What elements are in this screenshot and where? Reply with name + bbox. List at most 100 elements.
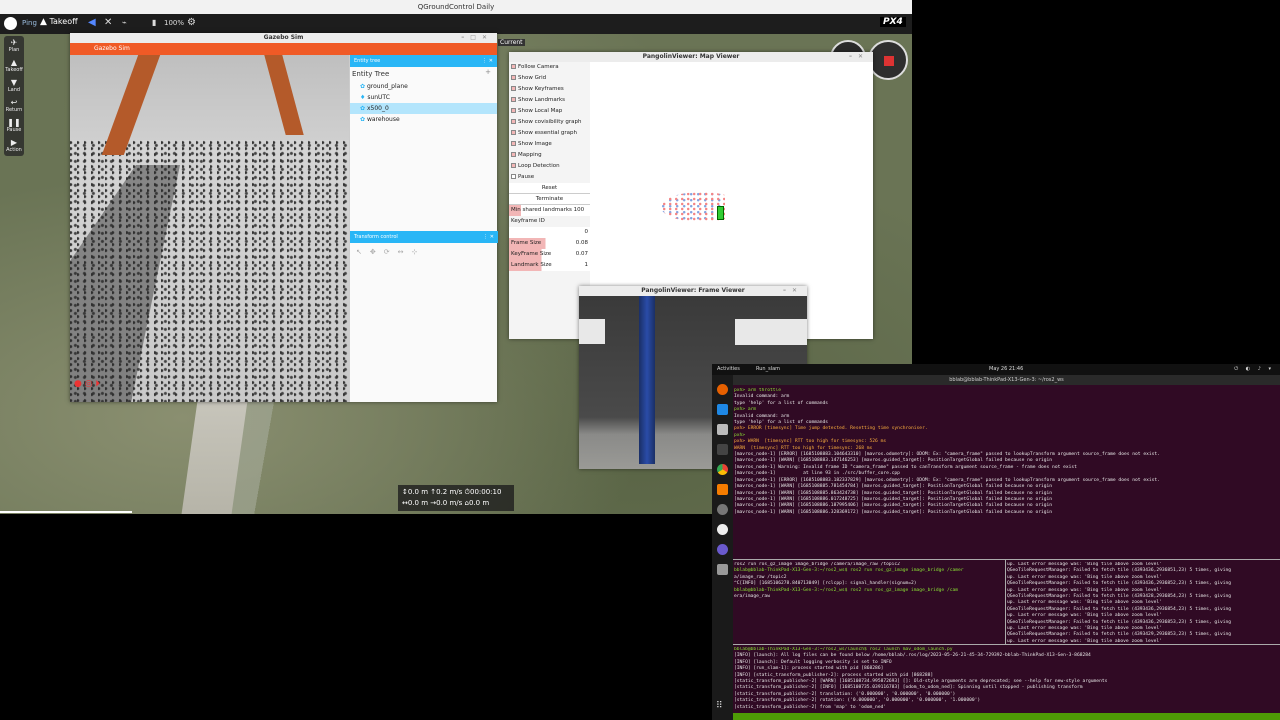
vscode-icon[interactable]	[717, 404, 728, 415]
takeoff-tool-button[interactable]: ▲ Takeoff	[4, 56, 24, 76]
progress-line	[0, 511, 132, 513]
ubuntu-desktop: Activities Run_slam May 26 21:46 ⏻ ◐ ♪ ▾…	[712, 364, 1280, 720]
app-menu[interactable]: Run_slam	[756, 364, 780, 375]
show-keyframes-checkbox[interactable]: Show Keyframes	[509, 84, 590, 95]
gazebo-3d-viewport[interactable]: ● ◎ ⏵	[70, 55, 349, 402]
app-icon[interactable]	[717, 484, 728, 495]
land-icon: ▼	[10, 78, 18, 87]
qgc-dock-icon[interactable]	[717, 524, 728, 535]
follow-camera-checkbox[interactable]: Follow Camera	[509, 62, 590, 73]
min-shared-slider[interactable]: Min shared landmarks 100	[509, 205, 590, 216]
fly-tools-strip: ✈ Plan ▲ Takeoff ▼ Land ↩ Return ❚❚ Pause ▶ Ac…	[4, 36, 24, 156]
point-cloud-cluster	[661, 192, 725, 222]
activities-button[interactable]: Activities	[717, 364, 740, 375]
battery-percent: 100%	[164, 19, 185, 27]
gazebo-side-panel: Entity tree ⋮ ✕ Entity Tree + ✿ ground_p…	[349, 55, 498, 402]
trash-icon[interactable]	[717, 564, 728, 575]
show-apps-icon[interactable]: ⠿	[716, 701, 723, 711]
loop-detection-checkbox[interactable]: Loop Detection	[509, 161, 590, 172]
settings-gear-icon[interactable]: ⚙	[187, 17, 196, 28]
vehicle-icon[interactable]: ✕	[104, 17, 112, 28]
keyframe-id-field[interactable]: 0	[509, 227, 590, 238]
chrome-icon[interactable]	[717, 464, 728, 475]
pause-tool-button[interactable]: ❚❚ Pause	[4, 116, 24, 136]
clock[interactable]: May 26 21:46	[989, 364, 1023, 375]
terminal-title-bar: bblab@bblab-ThinkPad-X13-Gen-3: ~/ros2_w…	[733, 375, 1280, 385]
frame-viewer-window-controls[interactable]: –✕	[783, 286, 803, 296]
terminal-line: [static_transform_publisher-2] from 'map…	[734, 704, 887, 710]
tree-item-x500[interactable]: ✿ x500_0	[350, 103, 497, 114]
pane-divider[interactable]	[1005, 560, 1006, 644]
takeoff-button[interactable]: ▲ Takeoff	[40, 17, 84, 31]
reset-button[interactable]: Reset	[509, 183, 590, 194]
frame-viewer-title-bar: PangolinViewer: Frame Viewer –✕	[579, 286, 807, 296]
camera-pose-marker	[717, 206, 724, 220]
megaphone-icon[interactable]: ◀	[88, 17, 96, 28]
show-essential-graph-checkbox[interactable]: Show essential graph	[509, 128, 590, 139]
terminal-pane-launch[interactable]: bblab@bblab-ThinkPad-X13-Gen-3:~/ros2_ws…	[734, 647, 1279, 711]
settings-icon[interactable]	[717, 504, 728, 515]
return-tool-button[interactable]: ↩ Return	[4, 96, 24, 116]
gazebo-window-controls[interactable]: –□✕	[461, 33, 493, 43]
model-icon: ✿	[360, 83, 366, 90]
terminal-line: bblab@bblab-ThinkPad-X13-Gen-3:~/ros2_ws…	[734, 568, 964, 574]
model-icon: ✿	[360, 105, 366, 112]
action-tool-button[interactable]: ▶ Action	[4, 136, 24, 156]
battery-icon[interactable]: ▮	[152, 18, 156, 27]
mapping-checkbox[interactable]: Mapping	[509, 150, 590, 161]
ping-status[interactable]: Ping	[22, 19, 37, 27]
telemetry-panel: ↕0.0 m ↑0.2 m/s ⏱00:00:10 ↔0.0 m →0.0 m/…	[398, 485, 514, 511]
plan-tool-button[interactable]: ✈ Plan	[4, 36, 24, 56]
pane-divider[interactable]	[733, 559, 1280, 560]
add-entity-icon[interactable]: +	[485, 68, 491, 76]
pause-icon: ❚❚	[7, 118, 21, 127]
tree-item-warehouse[interactable]: ✿ warehouse	[350, 114, 497, 125]
gazebo-window-title: Gazebo Sim	[263, 34, 304, 41]
app-icon[interactable]	[717, 544, 728, 555]
entity-tree-header: Entity tree ⋮ ✕	[350, 55, 497, 67]
pause-checkbox[interactable]: Pause	[509, 172, 590, 183]
terminal-pane-qgc-log[interactable]: up. Last error message was: 'Bing tile a…	[1007, 562, 1279, 644]
map-viewer-menu: Follow Camera Show Grid Show Keyframes S…	[509, 62, 590, 339]
frame-size-slider[interactable]: Frame Size 0.08	[509, 238, 590, 249]
road-strip	[181, 394, 249, 514]
return-icon: ↩	[10, 98, 18, 107]
pane-divider[interactable]	[733, 644, 1280, 645]
show-covisibility-checkbox[interactable]: Show covisibility graph	[509, 117, 590, 128]
window-opening-left	[579, 319, 605, 344]
system-tray-icons[interactable]: ⏻ ◐ ♪ ▾	[1234, 364, 1274, 375]
terminate-button[interactable]: Terminate	[509, 194, 590, 205]
window-opening-right	[735, 319, 807, 345]
keyframe-size-slider[interactable]: KeyFrame Size 0.07	[509, 249, 590, 260]
terminal-icon[interactable]	[717, 444, 728, 455]
files-icon[interactable]	[717, 424, 728, 435]
terminator-window[interactable]: bblab@bblab-ThinkPad-X13-Gen-3: ~/ros2_w…	[733, 375, 1280, 720]
gnome-top-bar: Activities Run_slam May 26 21:46 ⏻ ◐ ♪ ▾	[712, 364, 1280, 375]
terminal-pane-image-bridge[interactable]: ros2 run ros_gz_image image_bridge /came…	[734, 562, 1004, 642]
telemetry-row-2: ↔0.0 m →0.0 m/s ⌂0.0 m	[402, 499, 490, 507]
play-controls[interactable]: ● ◎ ⏵	[74, 379, 120, 393]
px4-logo: PX4	[880, 17, 906, 27]
map-viewer-window-controls[interactable]: –✕	[849, 52, 869, 62]
qgc-toolbar: Ping ▲ Takeoff ◀ ✕ ⌁ ▮ 100% ⚙ PX4	[0, 14, 912, 34]
model-icon: ✿	[360, 116, 366, 123]
land-tool-button[interactable]: ▼ Land	[4, 76, 24, 96]
gps-icon[interactable]: ⌁	[122, 18, 127, 27]
tree-item-sun[interactable]: ♦ sunUTC	[350, 92, 497, 103]
terminal-line: [mavros_node-1] [WARN] [1685108886.32836…	[734, 509, 1053, 515]
show-local-map-checkbox[interactable]: Show Local Map	[509, 106, 590, 117]
show-grid-checkbox[interactable]: Show Grid	[509, 73, 590, 84]
transform-tool-icons[interactable]: ↖✥⟳↔⊹	[356, 248, 425, 256]
show-landmarks-checkbox[interactable]: Show Landmarks	[509, 95, 590, 106]
qgc-logo-icon[interactable]	[4, 17, 17, 30]
panel-menu-icon[interactable]: ⋮ ✕	[483, 231, 494, 243]
current-partial-label: Current	[498, 39, 525, 46]
terminal-pane-px4[interactable]: pxh> arm throttle Invalid command: arm typ…	[734, 388, 1279, 558]
landmark-size-slider[interactable]: Landmark Size 1	[509, 260, 590, 271]
plan-icon: ✈	[10, 38, 18, 47]
show-image-checkbox[interactable]: Show Image	[509, 139, 590, 150]
firefox-icon[interactable]	[717, 384, 728, 395]
panel-menu-icon[interactable]: ⋮ ✕	[482, 55, 493, 67]
gazebo-title-bar: Gazebo Sim –□✕	[70, 33, 497, 43]
tree-item-ground-plane[interactable]: ✿ ground_plane	[350, 81, 497, 92]
